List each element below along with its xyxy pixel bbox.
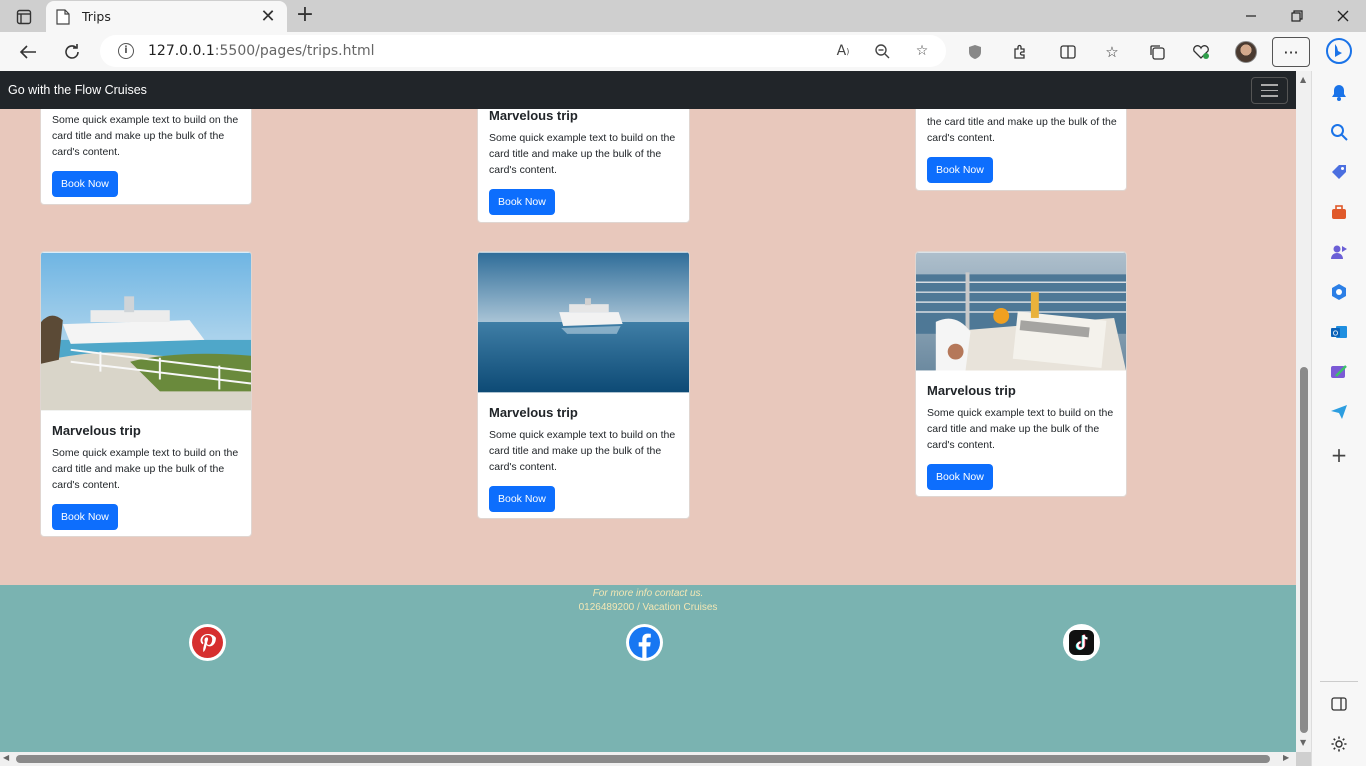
book-now-button[interactable]: Book Now xyxy=(52,171,118,197)
book-now-button[interactable]: Book Now xyxy=(489,486,555,512)
url-text: 127.0.0.1:5500/pages/trips.html xyxy=(148,43,375,59)
close-tab-icon[interactable]: ✕ xyxy=(259,6,277,27)
send-icon[interactable] xyxy=(1328,401,1350,423)
balcony-breakfast-image xyxy=(916,252,1126,371)
scroll-down-arrow-icon[interactable]: ▼ xyxy=(1300,738,1306,747)
restore-icon[interactable] xyxy=(1274,0,1320,32)
url-path: :5500/pages/trips.html xyxy=(214,43,375,59)
profile-avatar[interactable] xyxy=(1234,40,1258,64)
card-title: Marvelous trip xyxy=(489,405,578,420)
site-footer: For more info contact us. 0126489200 / V… xyxy=(0,585,1296,752)
book-now-button[interactable]: Book Now xyxy=(489,189,555,215)
footer-contact-text: For more info contact us. xyxy=(592,588,704,599)
book-now-button[interactable]: Book Now xyxy=(927,157,993,183)
pinterest-icon[interactable] xyxy=(189,624,226,661)
book-now-button[interactable]: Book Now xyxy=(927,464,993,490)
microsoft-365-icon[interactable] xyxy=(1328,281,1350,303)
navbar-toggler-button[interactable] xyxy=(1251,77,1288,104)
card-text: Some quick example text to build on the … xyxy=(52,447,239,491)
back-icon[interactable] xyxy=(13,37,43,67)
browser-essentials-icon[interactable] xyxy=(1189,40,1213,64)
refresh-icon[interactable] xyxy=(57,37,87,67)
tiktok-icon[interactable] xyxy=(1063,624,1100,661)
card-text: Some quick example text to build on the … xyxy=(927,407,1114,451)
favorite-star-icon[interactable]: ☆ xyxy=(911,40,933,62)
address-bar[interactable]: i 127.0.0.1:5500/pages/trips.html xyxy=(100,35,946,67)
card-text: Some quick example text to build on the … xyxy=(52,114,239,158)
scroll-left-arrow-icon[interactable]: ◀ xyxy=(3,753,9,762)
card-text: Some quick example text to build on the … xyxy=(489,132,676,176)
card-text: the card title and make up the bulk of t… xyxy=(927,116,1117,144)
site-info-icon[interactable]: i xyxy=(118,43,134,59)
site-navbar: Go with the Flow Cruises xyxy=(0,71,1296,109)
svg-text:O: O xyxy=(1333,330,1339,338)
card-title: Marvelous trip xyxy=(927,383,1016,398)
add-app-icon[interactable]: + xyxy=(1328,443,1350,467)
card-title: Marvelous trip xyxy=(52,423,141,438)
settings-more-button[interactable]: ··· xyxy=(1272,37,1310,67)
extensions-icon[interactable] xyxy=(1008,40,1032,64)
favorites-icon[interactable]: ☆ xyxy=(1100,40,1124,64)
card-title: Marvelous trip xyxy=(489,108,578,123)
horizontal-scrollbar[interactable]: ◀ ▶ xyxy=(0,752,1296,766)
notifications-bell-icon[interactable] xyxy=(1328,81,1350,103)
scroll-up-arrow-icon[interactable]: ▲ xyxy=(1300,75,1306,84)
zoom-out-icon[interactable] xyxy=(871,40,893,62)
horizontal-scroll-thumb[interactable] xyxy=(16,755,1270,763)
footer-phone-text: 0126489200 / Vacation Cruises xyxy=(578,602,718,613)
vertical-scroll-thumb[interactable] xyxy=(1300,367,1308,733)
tab-trips[interactable]: Trips ✕ xyxy=(46,1,287,32)
facebook-icon[interactable] xyxy=(626,624,663,661)
tracking-shield-icon[interactable] xyxy=(963,40,987,64)
tab-actions-icon[interactable] xyxy=(10,6,38,28)
read-aloud-icon[interactable]: A) xyxy=(832,40,854,62)
sidebar-divider xyxy=(1320,681,1358,682)
cruise-ship-dock-image xyxy=(41,252,251,411)
new-tab-button[interactable]: + xyxy=(292,3,318,29)
cruise-ship-sea-image xyxy=(478,252,689,393)
sidebar-settings-gear-icon[interactable] xyxy=(1328,733,1350,755)
trip-card: Marvelous trip Some quick example text t… xyxy=(915,251,1127,497)
collections-icon[interactable] xyxy=(1145,40,1169,64)
trip-card: Marvelous trip Some quick example text t… xyxy=(40,251,252,537)
book-now-button[interactable]: Book Now xyxy=(52,504,118,530)
url-host: 127.0.0.1 xyxy=(148,43,215,59)
outlook-icon[interactable]: O xyxy=(1328,321,1350,343)
tab-strip: Trips ✕ + xyxy=(0,0,1366,32)
vertical-scrollbar[interactable]: ▲ ▼ xyxy=(1296,71,1311,752)
page-viewport: Go with the Flow Cruises Some quick exam… xyxy=(0,71,1296,752)
browser-toolbar: i 127.0.0.1:5500/pages/trips.html A) ☆ ☆… xyxy=(0,32,1366,71)
hide-sidebar-icon[interactable] xyxy=(1328,693,1350,715)
card-text: Some quick example text to build on the … xyxy=(489,429,676,473)
edge-sidebar: O + xyxy=(1311,71,1366,766)
split-screen-icon[interactable] xyxy=(1056,40,1080,64)
tab-title: Trips xyxy=(82,9,111,24)
designer-icon[interactable] xyxy=(1328,361,1350,383)
trip-card: Marvelous trip Some quick example text t… xyxy=(477,251,690,519)
games-icon[interactable] xyxy=(1328,241,1350,263)
page-icon xyxy=(56,8,70,25)
minimize-icon[interactable] xyxy=(1228,0,1274,32)
search-icon[interactable] xyxy=(1328,121,1350,143)
shopping-tag-icon[interactable] xyxy=(1328,161,1350,183)
tools-briefcase-icon[interactable] xyxy=(1328,201,1350,223)
copilot-icon[interactable] xyxy=(1323,35,1355,67)
scroll-right-arrow-icon[interactable]: ▶ xyxy=(1283,753,1289,762)
navbar-brand[interactable]: Go with the Flow Cruises xyxy=(8,83,147,97)
close-window-icon[interactable] xyxy=(1320,0,1366,32)
